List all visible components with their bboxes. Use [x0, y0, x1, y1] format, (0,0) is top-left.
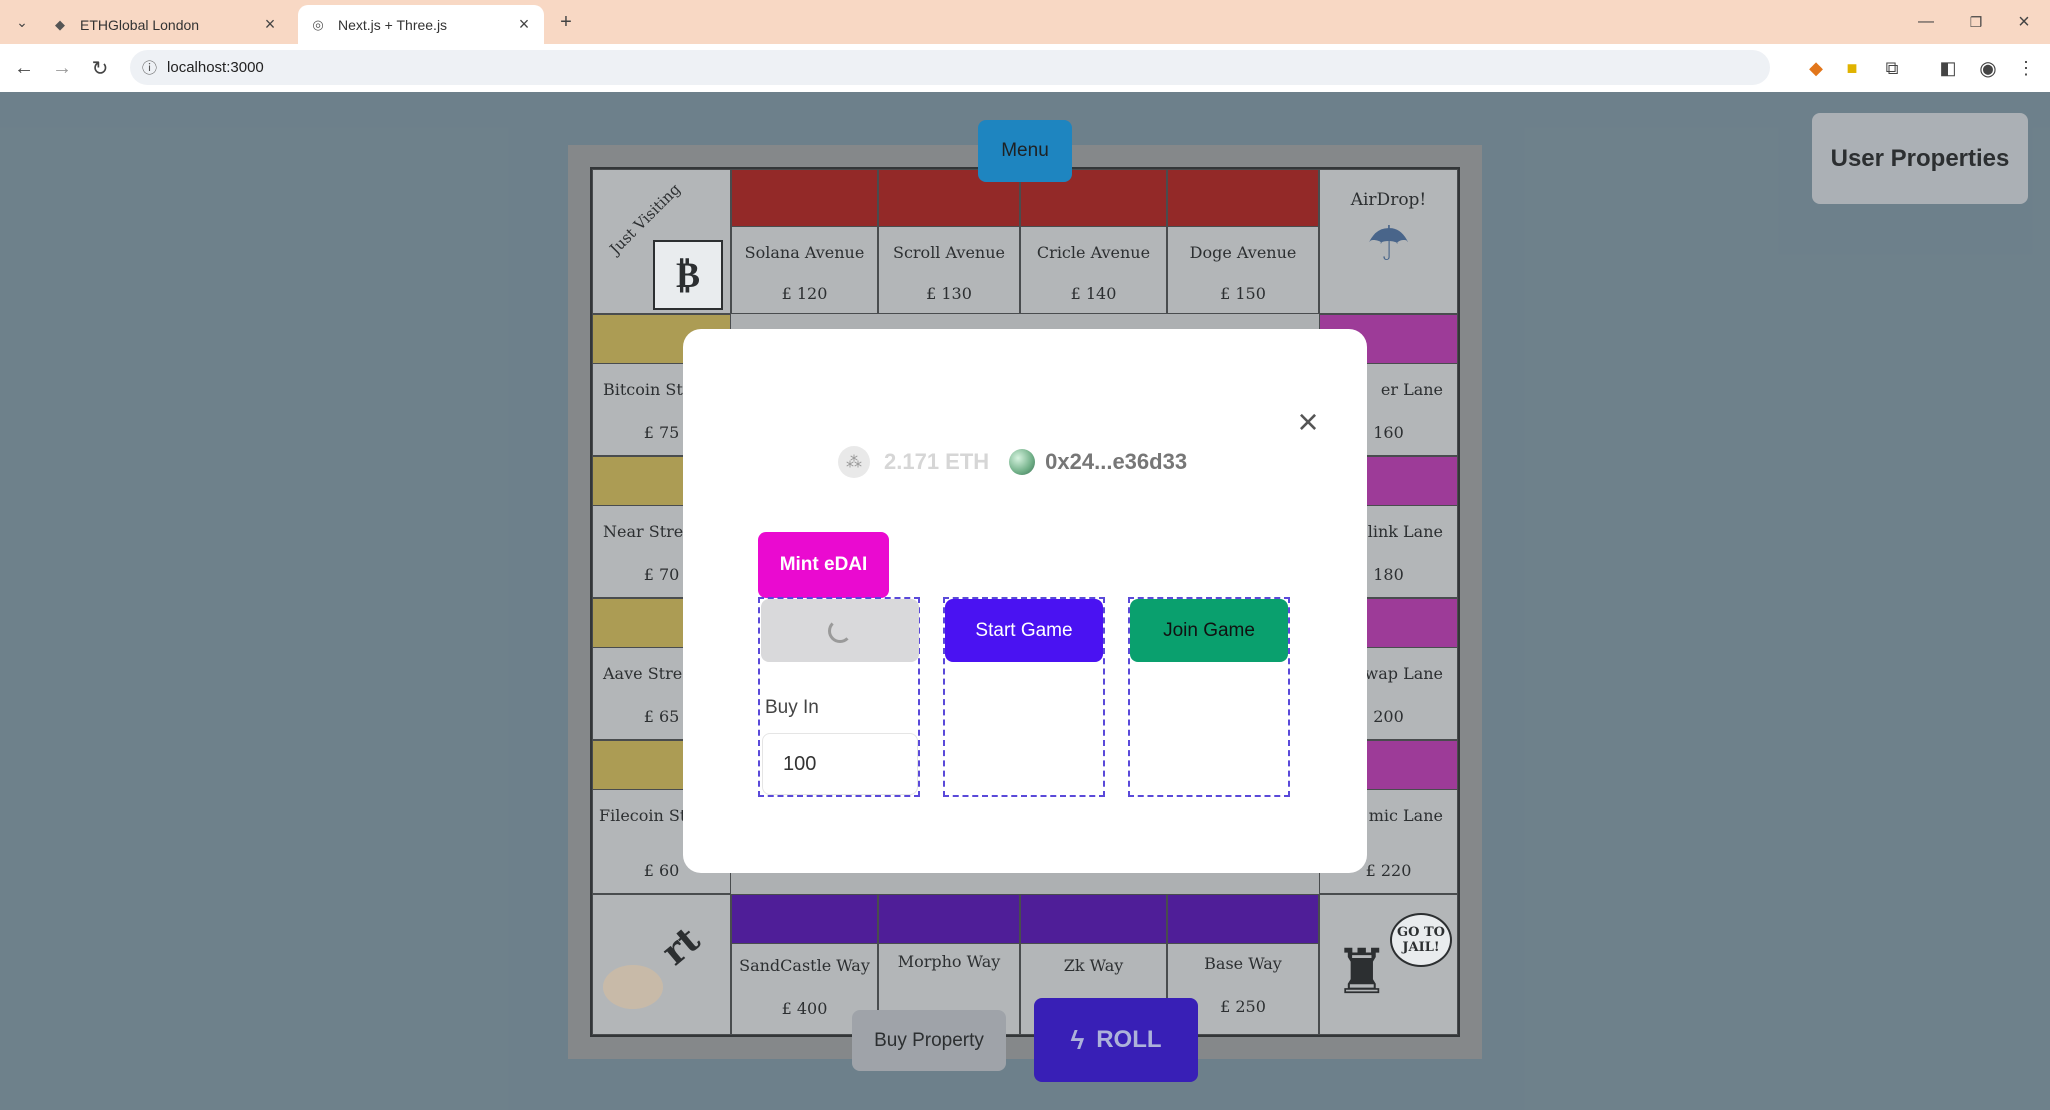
profile-icon[interactable]: ◉: [1972, 52, 2004, 84]
eth-balance: 2.171 ETH: [884, 449, 990, 474]
tab-title: Next.js + Three.js: [338, 16, 448, 33]
wallet-info: ⁂ 2.171 ETH 0x24...e36d33: [838, 446, 1187, 478]
buy-in-label: Buy In: [765, 697, 819, 718]
mint-edai-button[interactable]: Mint eDAI: [758, 532, 889, 598]
tab-ethglobal[interactable]: ◆ ETHGlobal London ×: [40, 5, 290, 44]
network-icon[interactable]: ⁂: [838, 446, 870, 478]
site-info-icon[interactable]: ⓘ: [142, 57, 157, 78]
restore-icon[interactable]: ❐: [1960, 6, 1992, 38]
tab-close-icon[interactable]: ×: [258, 14, 282, 35]
extensions-puzzle-icon[interactable]: ⧉: [1876, 52, 1908, 84]
extension-icon[interactable]: ■: [1836, 52, 1868, 84]
reload-icon[interactable]: ↻: [84, 52, 116, 84]
wallet-address[interactable]: 0x24...e36d33: [1045, 449, 1187, 475]
tab-close-icon[interactable]: ×: [512, 14, 536, 35]
tab-search-chevron-icon[interactable]: ⌄: [6, 6, 38, 38]
minimize-icon[interactable]: —: [1910, 6, 1942, 38]
loading-button[interactable]: [761, 599, 919, 662]
join-game-button[interactable]: Join Game: [1130, 599, 1288, 662]
window-close-icon[interactable]: ×: [2008, 6, 2040, 38]
close-icon[interactable]: ×: [1290, 404, 1326, 440]
tab-title: ETHGlobal London: [80, 16, 200, 33]
new-tab-icon[interactable]: +: [550, 6, 582, 38]
account-avatar[interactable]: [1009, 449, 1036, 475]
spinner-icon: [828, 618, 852, 643]
buy-in-input[interactable]: 100: [762, 733, 918, 795]
forward-icon[interactable]: →: [46, 52, 78, 84]
start-game-button[interactable]: Start Game: [945, 599, 1103, 662]
side-panel-icon[interactable]: ◧: [1932, 52, 1964, 84]
address-bar[interactable]: ⓘ localhost:3000: [130, 50, 1770, 85]
browser-menu-icon[interactable]: ⋮: [2010, 52, 2042, 84]
globe-icon: ◎: [312, 16, 324, 32]
metamask-extension-icon[interactable]: ◆: [1800, 52, 1832, 84]
url-text: localhost:3000: [167, 59, 264, 76]
browser-tab-bar: ⌄ ◆ ETHGlobal London × ◎ Next.js + Three…: [0, 0, 2050, 44]
tab-nextjs[interactable]: ◎ Next.js + Three.js ×: [298, 5, 544, 44]
ethglobal-icon: ◆: [55, 16, 65, 32]
back-icon[interactable]: ←: [8, 52, 40, 84]
